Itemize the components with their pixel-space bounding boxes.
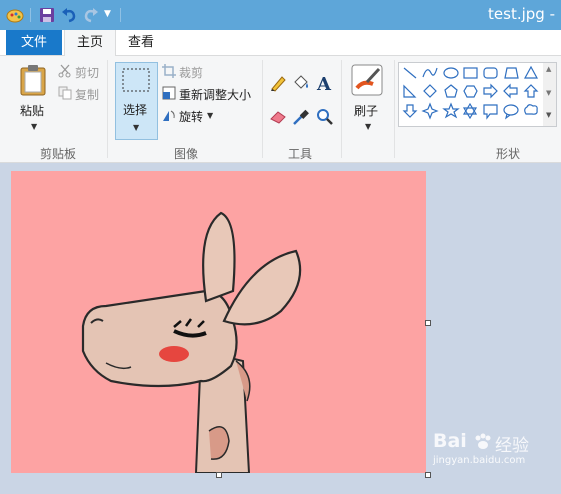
shapes-scrollbar[interactable]: ▲ ▼ ▼	[543, 62, 557, 127]
eraser-icon[interactable]	[269, 108, 287, 126]
right-triangle-shape-icon	[403, 84, 417, 98]
resize-button[interactable]: 重新调整大小	[162, 86, 254, 102]
shapes-gallery[interactable]	[398, 62, 545, 127]
crop-label: 裁剪	[179, 66, 204, 80]
rounded-callout-shape-icon	[483, 104, 498, 120]
copy-icon	[58, 86, 72, 100]
watermark-brand-suffix: 经验	[495, 436, 529, 456]
shapes-group-label: 形状	[495, 147, 520, 161]
paw-logo-icon	[475, 433, 491, 449]
undo-icon[interactable]	[61, 6, 77, 24]
select-button[interactable]: 选择 ▼	[115, 62, 158, 140]
tab-file[interactable]: 文件	[6, 30, 62, 55]
polygon-shape-icon	[504, 67, 519, 79]
tab-view[interactable]: 查看	[118, 30, 164, 55]
divider	[394, 60, 395, 158]
pencil-icon[interactable]	[269, 74, 287, 92]
copy-button[interactable]: 复制	[58, 86, 108, 102]
cut-label: 剪切	[75, 66, 100, 80]
fill-bucket-icon[interactable]	[292, 74, 310, 92]
hexagon-shape-icon	[463, 85, 478, 98]
triangle-shape-icon	[523, 65, 539, 79]
left-arrow-shape-icon	[503, 83, 518, 99]
rotate-icon	[163, 110, 175, 121]
brushes-label: 刷子	[354, 104, 379, 118]
four-point-star-shape-icon	[421, 102, 439, 120]
paste-label: 粘贴	[20, 104, 45, 118]
text-tool-icon[interactable]: A	[317, 74, 331, 95]
paste-button[interactable]: 粘贴 ▼	[14, 62, 54, 138]
canvas-resize-handle-right[interactable]	[425, 320, 431, 326]
canvas-resize-handle-bottom[interactable]	[216, 472, 222, 478]
tools-group-label: 工具	[287, 147, 312, 161]
cloud-callout-shape-icon	[524, 104, 538, 115]
watermark-url: jingyan.baidu.com	[433, 455, 526, 466]
tab-home[interactable]: 主页	[64, 30, 116, 56]
rotate-label: 旋转	[179, 110, 204, 124]
brushes-button[interactable]: 刷子 ▼	[348, 62, 388, 138]
diamond-shape-icon	[423, 84, 437, 98]
shapes-grid	[402, 65, 539, 120]
save-icon[interactable]	[39, 6, 55, 24]
baidu-watermark: Bai 经验 jingyan.baidu.com	[433, 430, 561, 470]
curve-shape-icon	[422, 67, 438, 78]
six-point-star-shape-icon	[462, 102, 478, 120]
rectangle-shape-icon	[463, 67, 478, 79]
brush-icon	[351, 64, 383, 96]
divider	[107, 60, 108, 158]
pentagon-shape-icon	[444, 84, 458, 98]
image-canvas[interactable]	[11, 171, 426, 473]
redo-icon[interactable]	[83, 6, 99, 24]
paint-app-icon[interactable]	[5, 6, 25, 24]
image-group-label: 图像	[173, 147, 198, 161]
crop-button[interactable]: 裁剪	[162, 64, 212, 80]
resize-icon	[162, 86, 176, 100]
divider	[262, 60, 263, 158]
ribbon-tab-row: 文件 主页 查看	[0, 30, 561, 56]
scroll-down-icon[interactable]: ▼	[546, 89, 551, 97]
watermark-brand: Bai	[433, 430, 467, 452]
clipboard-group-label: 剪贴板	[39, 147, 76, 161]
window-title: test.jpg -	[488, 5, 555, 23]
cut-button[interactable]: 剪切	[58, 64, 108, 80]
giraffe-drawing	[81, 211, 302, 473]
select-label: 选择	[123, 103, 148, 117]
clipboard-icon	[20, 65, 46, 96]
chevron-down-icon: ▼	[31, 122, 38, 131]
down-arrow-shape-icon	[402, 104, 418, 118]
magnifier-icon[interactable]	[316, 108, 334, 126]
chevron-down-icon: ▼	[207, 111, 214, 120]
rounded-rectangle-shape-icon	[483, 67, 498, 79]
oval-shape-icon	[443, 67, 459, 79]
chevron-down-icon: ▼	[365, 122, 372, 131]
divider	[341, 60, 342, 158]
crop-icon	[162, 64, 176, 78]
scissors-icon	[58, 64, 71, 78]
copy-label: 复制	[75, 88, 100, 102]
select-rectangle-icon	[122, 68, 150, 92]
resize-label: 重新调整大小	[179, 88, 252, 102]
expand-gallery-icon[interactable]: ▼	[546, 111, 551, 119]
right-arrow-shape-icon	[483, 83, 498, 99]
up-arrow-shape-icon	[523, 84, 539, 98]
customize-toolbar-icon[interactable]: ▼	[104, 9, 111, 19]
title-bar: ▼ test.jpg -	[0, 0, 561, 30]
canvas-resize-handle-corner[interactable]	[425, 472, 431, 478]
oval-callout-shape-icon	[503, 104, 519, 120]
line-shape-icon	[403, 67, 417, 79]
color-picker-icon[interactable]	[292, 108, 310, 126]
five-point-star-shape-icon	[442, 102, 460, 119]
scroll-up-icon[interactable]: ▲	[546, 65, 551, 73]
chevron-down-icon: ▼	[133, 123, 140, 132]
ribbon: 粘贴 ▼ 剪切 复制 剪贴板 选择 ▼ 裁剪 重新调整大小 旋转 ▼ 图像 A …	[0, 56, 561, 163]
rotate-button[interactable]: 旋转 ▼	[162, 108, 222, 124]
